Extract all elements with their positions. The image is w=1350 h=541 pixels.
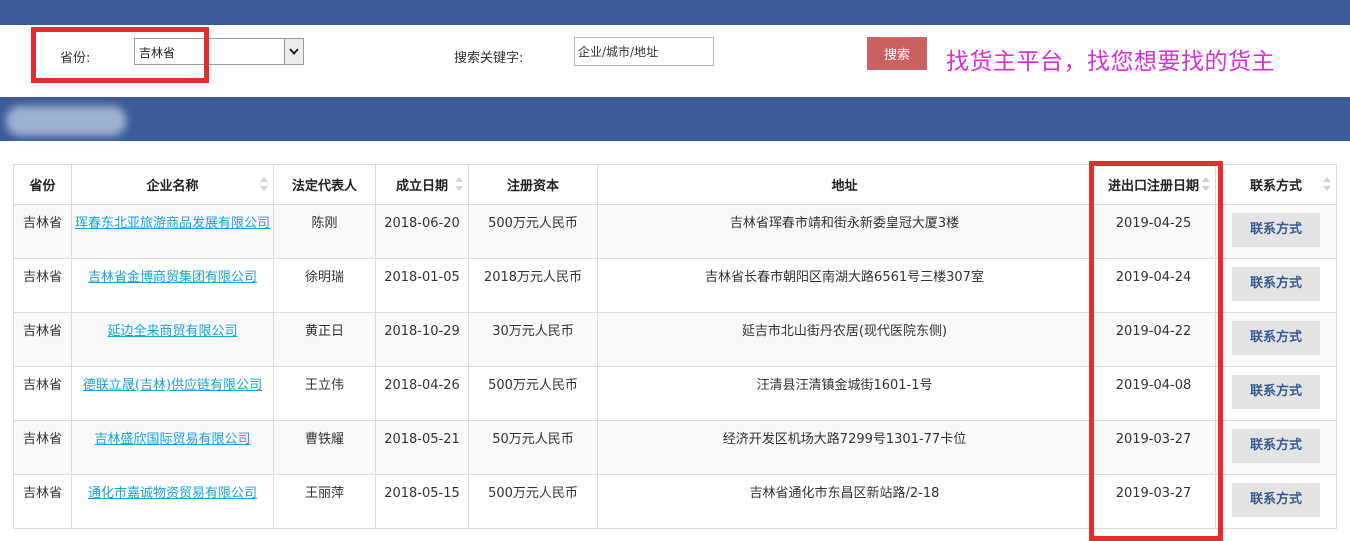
keyword-input[interactable] — [574, 37, 714, 66]
table-row: 吉林省 通化市嘉诚物资贸易有限公司 王丽萍 2018-05-15 500万元人民… — [13, 474, 1337, 529]
cell-founded: 2018-10-29 — [375, 312, 469, 367]
cell-legal-rep: 黄正日 — [273, 312, 376, 367]
cell-legal-rep: 徐明瑞 — [273, 258, 376, 313]
blurred-section-title — [6, 106, 126, 136]
slogan-text: 找货主平台，找您想要找的货主 — [946, 49, 1275, 75]
header-label: 注册资本 — [506, 179, 559, 194]
cell-province: 吉林省 — [13, 258, 72, 313]
cell-capital: 500万元人民币 — [468, 366, 598, 421]
sort-icon[interactable] — [260, 177, 268, 191]
column-header-ie-date[interactable]: 进出口注册日期 — [1091, 164, 1216, 205]
cell-province: 吉林省 — [13, 204, 72, 259]
cell-company: 吉林盛欣国际贸易有限公司 — [71, 420, 274, 475]
cell-legal-rep: 曹铁耀 — [273, 420, 376, 475]
header-label: 地址 — [831, 179, 858, 194]
company-link[interactable]: 延边全来商贸有限公司 — [107, 324, 237, 339]
cell-founded: 2018-01-05 — [375, 258, 469, 313]
column-header-capital[interactable]: 注册资本 — [468, 164, 598, 205]
header-label: 企业名称 — [146, 179, 199, 194]
cell-address: 吉林省通化市东昌区新站路/2-18 — [597, 474, 1092, 529]
chevron-down-icon[interactable] — [284, 39, 303, 64]
cell-address: 经济开发区机场大路7299号1301-77卡位 — [597, 420, 1092, 475]
table-row: 吉林省 珲春东北亚旅游商品发展有限公司 陈刚 2018-06-20 500万元人… — [13, 204, 1337, 259]
section-header-bar — [0, 97, 1350, 141]
cell-legal-rep: 陈刚 — [273, 204, 376, 259]
cell-contact: 联系方式 — [1215, 474, 1337, 529]
cell-ie-date: 2019-04-22 — [1091, 312, 1216, 367]
cell-province: 吉林省 — [13, 420, 72, 475]
cell-ie-date: 2019-04-25 — [1091, 204, 1216, 259]
cell-province: 吉林省 — [13, 312, 72, 367]
cell-company: 通化市嘉诚物资贸易有限公司 — [71, 474, 274, 529]
contact-button[interactable]: 联系方式 — [1232, 213, 1320, 247]
cell-company: 德联立晟(吉林)供应链有限公司 — [71, 366, 274, 421]
contact-button[interactable]: 联系方式 — [1232, 429, 1320, 463]
cell-contact: 联系方式 — [1215, 204, 1337, 259]
cell-founded: 2018-05-15 — [375, 474, 469, 529]
header-label: 联系方式 — [1249, 179, 1302, 194]
cell-address: 吉林省长春市朝阳区南湖大路6561号三楼307室 — [597, 258, 1092, 313]
header-label: 进出口注册日期 — [1107, 179, 1199, 194]
cell-capital: 50万元人民币 — [468, 420, 598, 475]
sort-icon[interactable] — [1323, 177, 1331, 191]
company-link[interactable]: 珲春东北亚旅游商品发展有限公司 — [75, 216, 270, 231]
company-link[interactable]: 通化市嘉诚物资贸易有限公司 — [88, 486, 257, 501]
contact-button[interactable]: 联系方式 — [1232, 267, 1320, 301]
cell-company: 吉林省金博商贸集团有限公司 — [71, 258, 274, 313]
keyword-label: 搜索关键字: — [454, 51, 524, 66]
company-link[interactable]: 德联立晟(吉林)供应链有限公司 — [83, 378, 262, 393]
cell-ie-date: 2019-04-08 — [1091, 366, 1216, 421]
cell-legal-rep: 王立伟 — [273, 366, 376, 421]
cell-address: 延吉市北山街丹农居(现代医院东侧) — [597, 312, 1092, 367]
header-label: 省份 — [29, 179, 56, 194]
contact-button[interactable]: 联系方式 — [1232, 321, 1320, 355]
sort-icon[interactable] — [455, 177, 463, 191]
column-header-contact[interactable]: 联系方式 — [1215, 164, 1337, 205]
table-row: 吉林省 吉林盛欣国际贸易有限公司 曹铁耀 2018-05-21 50万元人民币 … — [13, 420, 1337, 475]
table-row: 吉林省 吉林省金博商贸集团有限公司 徐明瑞 2018-01-05 2018万元人… — [13, 258, 1337, 313]
column-header-address[interactable]: 地址 — [597, 164, 1092, 205]
cell-founded: 2018-04-26 — [375, 366, 469, 421]
cell-capital: 2018万元人民币 — [468, 258, 598, 313]
header-label: 成立日期 — [395, 179, 448, 194]
contact-button[interactable]: 联系方式 — [1232, 375, 1320, 409]
cell-capital: 500万元人民币 — [468, 204, 598, 259]
column-header-founded[interactable]: 成立日期 — [375, 164, 469, 205]
cell-founded: 2018-05-21 — [375, 420, 469, 475]
cell-founded: 2018-06-20 — [375, 204, 469, 259]
highlight-box-province — [31, 27, 209, 83]
contact-button[interactable]: 联系方式 — [1232, 483, 1320, 517]
cell-ie-date: 2019-03-27 — [1091, 474, 1216, 529]
table-row: 吉林省 延边全来商贸有限公司 黄正日 2018-10-29 30万元人民币 延吉… — [13, 312, 1337, 367]
header-label: 法定代表人 — [291, 179, 357, 194]
cell-capital: 30万元人民币 — [468, 312, 598, 367]
cell-contact: 联系方式 — [1215, 312, 1337, 367]
sort-icon[interactable] — [1202, 177, 1210, 191]
cell-ie-date: 2019-04-24 — [1091, 258, 1216, 313]
table-row: 吉林省 德联立晟(吉林)供应链有限公司 王立伟 2018-04-26 500万元… — [13, 366, 1337, 421]
cell-province: 吉林省 — [13, 474, 72, 529]
cell-capital: 500万元人民币 — [468, 474, 598, 529]
cell-ie-date: 2019-03-27 — [1091, 420, 1216, 475]
results-table: 省份 企业名称 法定代表人 成立日期 注册资本 地址 进出口注册日期 联系方式 … — [13, 164, 1337, 529]
cell-province: 吉林省 — [13, 366, 72, 421]
column-header-province[interactable]: 省份 — [13, 164, 72, 205]
cell-contact: 联系方式 — [1215, 366, 1337, 421]
cell-company: 珲春东北亚旅游商品发展有限公司 — [71, 204, 274, 259]
cell-contact: 联系方式 — [1215, 258, 1337, 313]
column-header-company[interactable]: 企业名称 — [71, 164, 274, 205]
top-header-bar — [0, 0, 1350, 25]
cell-company: 延边全来商贸有限公司 — [71, 312, 274, 367]
table-header-row: 省份 企业名称 法定代表人 成立日期 注册资本 地址 进出口注册日期 联系方式 — [13, 164, 1337, 205]
results-table-container: 省份 企业名称 法定代表人 成立日期 注册资本 地址 进出口注册日期 联系方式 … — [13, 164, 1337, 529]
cell-legal-rep: 王丽萍 — [273, 474, 376, 529]
company-link[interactable]: 吉林盛欣国际贸易有限公司 — [94, 432, 250, 447]
cell-address: 汪清县汪清镇金城街1601-1号 — [597, 366, 1092, 421]
column-header-legal-rep[interactable]: 法定代表人 — [273, 164, 376, 205]
search-button[interactable]: 搜索 — [867, 37, 927, 70]
cell-contact: 联系方式 — [1215, 420, 1337, 475]
cell-address: 吉林省珲春市靖和街永新委皇冠大厦3楼 — [597, 204, 1092, 259]
company-link[interactable]: 吉林省金博商贸集团有限公司 — [88, 270, 257, 285]
